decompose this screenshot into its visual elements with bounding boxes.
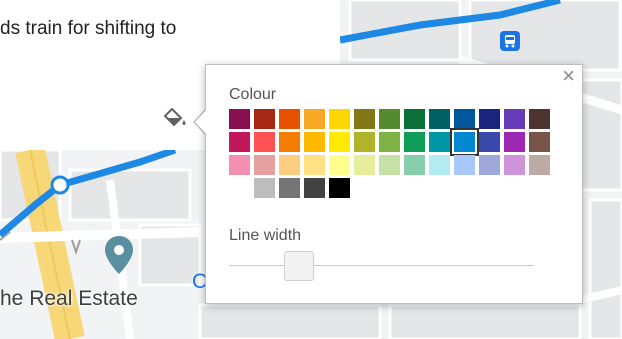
colour-swatch[interactable] [379,132,400,152]
map-place-label[interactable]: he Real Estate [0,287,138,311]
colour-swatch[interactable] [329,109,350,129]
colour-swatch[interactable] [329,155,350,175]
colour-swatch[interactable] [379,109,400,129]
colour-swatch[interactable] [279,109,300,129]
colour-swatch[interactable] [479,132,500,152]
colour-swatch[interactable] [254,109,275,129]
colour-swatch[interactable] [450,128,479,156]
swatch-row [229,128,559,156]
line-width-slider[interactable] [229,251,534,281]
colour-palette [229,109,559,201]
line-width-label: Line width [229,227,302,244]
colour-label: Colour [229,86,277,103]
place-pin-icon[interactable] [105,236,133,276]
close-button[interactable]: × [562,65,575,87]
colour-swatch[interactable] [429,155,450,175]
colour-swatch[interactable] [529,132,550,152]
colour-swatch[interactable] [279,132,300,152]
colour-swatch[interactable] [254,178,275,198]
colour-swatch[interactable] [229,155,250,175]
colour-swatch[interactable] [504,109,525,129]
colour-swatch[interactable] [229,109,250,129]
style-popup: × Colour Line width [205,64,583,304]
colour-swatch[interactable] [229,132,250,152]
swatch-row [229,155,559,175]
colour-swatch[interactable] [529,155,550,175]
colour-swatch[interactable] [304,155,325,175]
popup-arrow-fill [195,109,207,135]
bus-icon[interactable] [500,31,520,51]
colour-swatch[interactable] [379,155,400,175]
colour-swatch[interactable] [429,109,450,129]
swatch-row [229,109,559,129]
colour-swatch[interactable] [279,178,300,198]
colour-swatch[interactable] [354,132,375,152]
info-window-text: ds train for shifting to [0,18,177,39]
colour-swatch[interactable] [454,109,475,129]
colour-swatch[interactable] [429,132,450,152]
colour-swatch[interactable] [304,132,325,152]
colour-swatch[interactable] [329,178,350,198]
colour-swatch[interactable] [354,155,375,175]
colour-swatch[interactable] [529,109,550,129]
colour-swatch[interactable] [404,132,425,152]
paint-bucket-icon[interactable] [160,106,190,132]
colour-swatch[interactable] [329,132,350,152]
colour-swatch[interactable] [354,109,375,129]
slider-track[interactable] [229,265,534,266]
colour-swatch[interactable] [404,109,425,129]
colour-swatch[interactable] [304,109,325,129]
colour-swatch[interactable] [254,155,275,175]
colour-swatch[interactable] [479,109,500,129]
colour-swatch[interactable] [304,178,325,198]
colour-swatch[interactable] [479,155,500,175]
swatch-row [229,178,559,198]
colour-swatch[interactable] [504,132,525,152]
slider-thumb[interactable] [284,251,314,281]
colour-swatch[interactable] [279,155,300,175]
colour-swatch[interactable] [404,155,425,175]
colour-swatch[interactable] [504,155,525,175]
colour-swatch[interactable] [254,132,275,152]
colour-swatch[interactable] [454,155,475,175]
